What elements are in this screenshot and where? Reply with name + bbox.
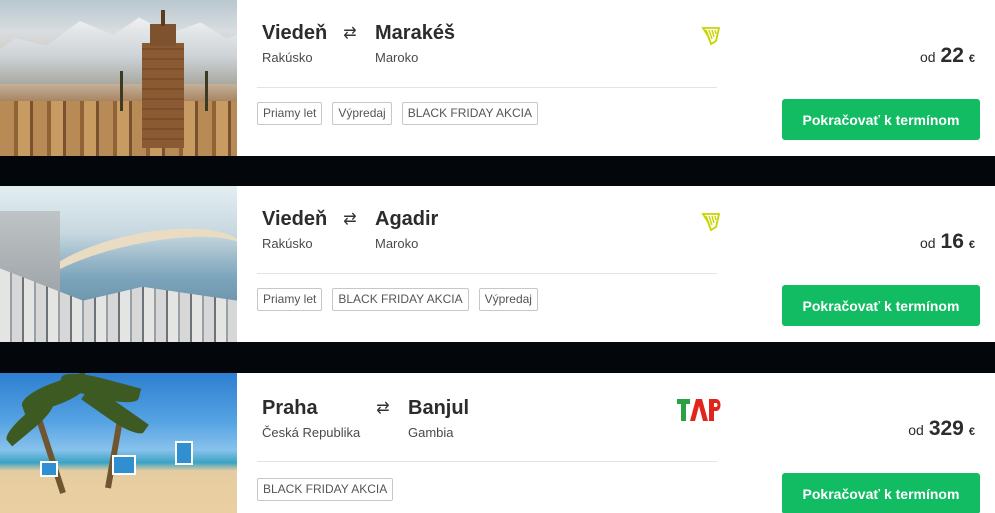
divider [257,87,717,88]
destination-photo-marrakech[interactable] [0,0,237,156]
origin-city: Viedeň [262,208,328,230]
price-prefix: od [919,235,936,251]
price-value: 16 [940,230,964,253]
swap-arrows-icon: ⇄ [376,400,390,417]
swap-arrows-icon: ⇄ [343,25,357,42]
divider [257,273,717,274]
destination-city: Banjul [408,397,470,419]
route: Viedeň Rakúsko ⇄ Agadir Maroko [262,208,722,258]
origin-city: Praha [262,397,318,419]
origin-city: Viedeň [262,22,328,44]
tag: BLACK FRIDAY AKCIA [401,102,538,125]
tag: Výpredaj [332,102,392,125]
tag: BLACK FRIDAY AKCIA [332,288,469,311]
ryanair-harp-icon [700,210,722,237]
offer-card[interactable]: Viedeň Rakúsko ⇄ Marakéš Maroko Priamy l… [0,0,995,156]
price-prefix: od [919,49,936,65]
price: od 329 € [908,417,975,441]
destination-country: Maroko [375,50,419,65]
origin-country: Rakúsko [262,236,313,251]
destination-city: Agadir [375,208,439,230]
route: Praha Česká Republika ⇄ Banjul Gambia [262,397,722,447]
offer-card[interactable]: Praha Česká Republika ⇄ Banjul Gambia BL… [0,373,995,513]
price-value: 329 [928,417,964,440]
continue-to-dates-button[interactable]: Pokračovať k termínom [782,473,980,513]
price-currency: € [968,426,975,438]
destination-photo-agadir[interactable] [0,186,237,342]
ryanair-harp-icon [700,24,722,51]
destination-country: Maroko [375,236,419,251]
origin-country: Česká Republika [262,425,361,440]
price: od 16 € [920,230,975,254]
price-value: 22 [940,44,964,67]
destination-country: Gambia [408,425,454,440]
route: Viedeň Rakúsko ⇄ Marakéš Maroko [262,22,722,72]
tag-list: BLACK FRIDAY AKCIA [257,478,394,501]
divider [257,461,717,462]
destination-city: Marakéš [375,22,456,44]
continue-to-dates-button[interactable]: Pokračovať k termínom [782,285,980,326]
price: od 22 € [920,44,975,68]
tag-list: Priamy let Výpredaj BLACK FRIDAY AKCIA [257,102,538,125]
tag: BLACK FRIDAY AKCIA [257,478,394,501]
tag: Priamy let [257,288,323,311]
swap-arrows-icon: ⇄ [343,211,357,228]
offer-card[interactable]: Viedeň Rakúsko ⇄ Agadir Maroko Priamy le… [0,186,995,342]
origin-country: Rakúsko [262,50,313,65]
continue-to-dates-button[interactable]: Pokračovať k termínom [782,99,980,140]
tap-logo [676,397,722,428]
price-prefix: od [908,422,924,438]
price-currency: € [968,53,975,65]
tag: Výpredaj [478,288,538,311]
destination-photo-banjul[interactable] [0,373,237,513]
tag-list: Priamy let BLACK FRIDAY AKCIA Výpredaj [257,288,538,311]
price-currency: € [968,239,975,251]
tag: Priamy let [257,102,323,125]
